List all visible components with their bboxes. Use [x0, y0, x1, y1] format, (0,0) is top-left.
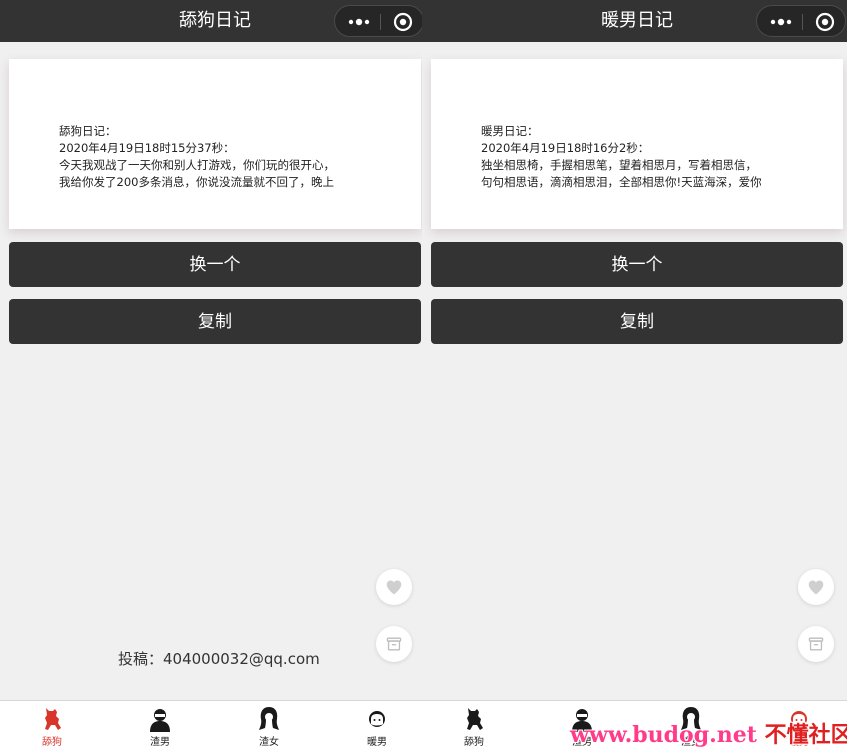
contribute-email: 投稿：404000032@qq.com	[118, 650, 320, 668]
warm-man-icon	[369, 711, 385, 727]
diary-line: 独坐相思椅，手握相思笔，望着相思月，写着相思信，	[481, 158, 757, 172]
close-miniprogram-icon[interactable]	[815, 12, 835, 32]
more-icon[interactable]	[769, 15, 793, 29]
copy-button[interactable]: 复制	[431, 299, 843, 344]
diary-line: 句句相思语，滴滴相思泪，全部相思你!天蓝海深，爱你	[481, 175, 762, 189]
favorite-button[interactable]	[798, 569, 834, 605]
tab-zhanan[interactable]: 渣男	[130, 701, 190, 753]
diary-line: 我给你发了200多条消息，你说没流量就不回了，晚上	[59, 175, 334, 189]
tab-label: 舔狗	[42, 737, 62, 748]
diary-line: 2020年4月19日18时15分37秒：	[59, 141, 235, 155]
more-icon[interactable]	[347, 15, 371, 29]
tab-label: 暖男	[367, 737, 387, 748]
miniprogram-capsule	[756, 5, 846, 37]
right-phone-screen: 暖男日记 暖男日记： 2020年4月19日18时16分2秒： 独坐相思椅，手握相…	[422, 0, 847, 700]
watermark-url: www.budog.net	[570, 722, 757, 748]
dog-icon	[467, 708, 483, 730]
favorite-button[interactable]	[376, 569, 412, 605]
navigation-bar: 舔狗日记	[0, 0, 424, 42]
heart-icon	[386, 580, 402, 595]
diary-line: 今天我观战了一天你和别人打游戏，你们玩的很开心，	[59, 158, 335, 172]
tab-nuannan[interactable]: 暖男	[347, 701, 407, 753]
store-button[interactable]	[798, 626, 834, 662]
miniprogram-capsule	[334, 5, 424, 37]
close-miniprogram-icon[interactable]	[393, 12, 413, 32]
diary-text: 舔狗日记： 2020年4月19日18时15分37秒： 今天我观战了一天你和别人打…	[59, 123, 379, 191]
screenshot-stage: 舔狗日记 舔狗日记： 2020年4月19日18时15分37秒： 今天我观战了一天…	[0, 0, 847, 753]
tab-label: 舔狗	[464, 737, 484, 748]
capsule-divider	[802, 14, 803, 30]
tab-zhanv[interactable]: 渣女	[239, 701, 299, 753]
dog-icon	[45, 708, 61, 730]
store-icon	[386, 637, 402, 651]
change-button[interactable]: 换一个	[9, 242, 421, 287]
bad-man-icon	[150, 709, 170, 732]
diary-card: 舔狗日记： 2020年4月19日18时15分37秒： 今天我观战了一天你和别人打…	[9, 59, 421, 229]
store-icon	[808, 637, 824, 651]
diary-card: 暖男日记： 2020年4月19日18时16分2秒： 独坐相思椅，手握相思笔，望着…	[431, 59, 843, 229]
diary-line: 暖男日记：	[481, 124, 539, 138]
left-phone-screen: 舔狗日记 舔狗日记： 2020年4月19日18时15分37秒： 今天我观战了一天…	[0, 0, 424, 700]
navigation-bar: 暖男日记	[422, 0, 847, 42]
change-button[interactable]: 换一个	[431, 242, 843, 287]
store-button[interactable]	[376, 626, 412, 662]
tab-label: 渣女	[259, 737, 279, 748]
diary-line: 舔狗日记：	[59, 124, 117, 138]
site-watermark: www.budog.net 不懂社区	[570, 717, 847, 749]
diary-text: 暖男日记： 2020年4月19日18时16分2秒： 独坐相思椅，手握相思笔，望着…	[481, 123, 801, 191]
heart-icon	[808, 580, 824, 595]
capsule-divider	[380, 14, 381, 30]
bad-woman-icon	[259, 707, 279, 730]
tab-label: 渣男	[150, 737, 170, 748]
copy-button[interactable]: 复制	[9, 299, 421, 344]
watermark-name: 不懂社区	[764, 722, 847, 748]
tab-tiangou[interactable]: 舔狗	[444, 701, 504, 753]
diary-line: 2020年4月19日18时16分2秒：	[481, 141, 650, 155]
tab-tiangou[interactable]: 舔狗	[22, 701, 82, 753]
